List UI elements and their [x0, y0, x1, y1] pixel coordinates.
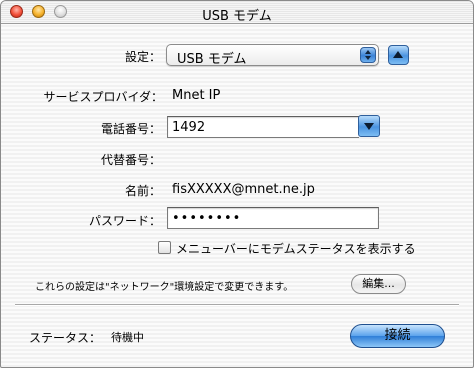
name-value: fisXXXXX@mnet.ne.jp: [172, 182, 315, 197]
window-title: USB モデム: [202, 9, 272, 24]
password-label: パスワード：: [88, 214, 161, 228]
triangle-down-icon: [364, 123, 374, 130]
alt-phone-label: 代替番号：: [100, 153, 161, 167]
settings-selected-value: USB モデム: [177, 52, 247, 67]
collapse-disclosure-button[interactable]: [388, 45, 409, 65]
title-bar: USB モデム: [1, 1, 473, 24]
divider: [15, 304, 459, 306]
status-value: 待機中: [111, 331, 144, 344]
show-modem-status-checkbox[interactable]: [158, 241, 171, 254]
triangle-up-icon: [393, 51, 403, 58]
connect-button[interactable]: 接続: [350, 324, 445, 348]
internet-connect-window: USB モデム 設定： USB モデム サービスプロバイダ： Mnet IP 電…: [0, 0, 474, 368]
edit-button[interactable]: 編集...: [351, 274, 406, 294]
password-field[interactable]: ••••••••: [167, 207, 379, 229]
name-label: 名前：: [124, 184, 161, 198]
provider-value: Mnet IP: [172, 88, 221, 103]
show-modem-status-label[interactable]: メニューバーにモデムステータスを表示する: [176, 240, 416, 257]
settings-popup[interactable]: USB モデム: [166, 44, 379, 67]
status-label: ステータス：: [29, 331, 102, 345]
phone-number-field[interactable]: 1492: [167, 116, 359, 138]
phone-label: 電話番号：: [100, 122, 161, 136]
network-prefs-note: これらの設定は"ネットワーク"環境設定で変更できます。: [35, 282, 294, 293]
phone-dropdown-button[interactable]: [358, 115, 380, 137]
provider-label: サービスプロバイダ：: [43, 90, 163, 104]
popup-arrows-icon: [360, 47, 376, 63]
settings-label: 設定：: [124, 50, 161, 64]
